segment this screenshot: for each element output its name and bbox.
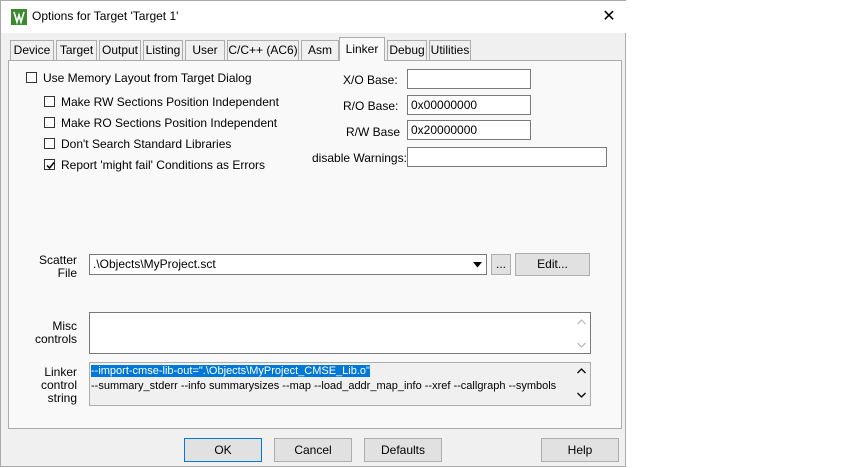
linker-control-string-textarea[interactable]: --import-cmse-lib-out=".\Objects\MyProje… <box>89 362 591 406</box>
tab-label: Asm <box>308 43 332 57</box>
dont-search-std-libs-checkbox[interactable] <box>44 138 55 149</box>
rw-base-label: R/W Base <box>346 125 401 139</box>
tab-label: C/C++ (AC6) <box>228 43 298 57</box>
chevron-down-icon <box>473 262 482 268</box>
use-memory-layout-checkbox[interactable] <box>26 72 37 83</box>
close-button[interactable]: ✕ <box>597 6 621 28</box>
tab-label: Utilities <box>430 43 470 57</box>
misc-controls-textarea[interactable] <box>89 312 591 354</box>
scroll-down-icon <box>577 392 586 398</box>
rw-position-independent-label: Make RW Sections Position Independent <box>61 95 279 109</box>
keil-app-icon <box>11 9 27 25</box>
tab-label: Linker <box>345 42 379 56</box>
checkmark-icon <box>46 162 55 170</box>
tab-label: Target <box>59 43 94 57</box>
ok-button[interactable]: OK <box>184 438 262 462</box>
options-dialog: Options for Target 'Target 1' ✕ Device T… <box>0 0 627 467</box>
tab-target[interactable]: Target <box>56 40 97 60</box>
misc-controls-label: Misc controls <box>21 320 77 346</box>
title-bar: Options for Target 'Target 1' ✕ <box>1 1 627 33</box>
use-memory-layout-label: Use Memory Layout from Target Dialog <box>43 71 252 85</box>
linker-control-scrollbar[interactable] <box>574 363 590 405</box>
cancel-button[interactable]: Cancel <box>274 438 352 462</box>
scatter-label-line2: File <box>57 266 77 280</box>
scatter-file-label: Scatter File <box>31 254 77 280</box>
misc-scrollbar[interactable] <box>574 313 590 353</box>
scatter-file-value: .\Objects\MyProject.sct <box>93 257 216 271</box>
report-might-fail-label: Report 'might fail' Conditions as Errors <box>61 158 265 172</box>
disable-warnings-label: disable Warnings: <box>312 151 407 165</box>
tab-linker[interactable]: Linker <box>339 37 385 61</box>
tab-debug[interactable]: Debug <box>387 40 427 60</box>
xo-base-input[interactable] <box>407 69 531 89</box>
rw-base-input[interactable]: 0x20000000 <box>407 120 531 140</box>
scatter-file-combobox[interactable]: .\Objects\MyProject.sct <box>89 254 487 275</box>
tab-utilities[interactable]: Utilities <box>429 40 471 60</box>
close-icon: ✕ <box>602 8 616 25</box>
scroll-down-icon <box>577 342 586 348</box>
tab-label: Debug <box>389 43 425 57</box>
misc-label-line2: controls <box>34 332 77 346</box>
linker-control-string-label: Linker control string <box>21 366 77 405</box>
scroll-up-icon <box>577 319 586 325</box>
defaults-button[interactable]: Defaults <box>364 438 442 462</box>
disable-warnings-input[interactable] <box>407 147 607 167</box>
linker-label-line3: string <box>47 391 77 405</box>
tab-output[interactable]: Output <box>99 40 141 60</box>
tab-label: User <box>192 43 218 57</box>
ro-position-independent-checkbox[interactable] <box>44 117 55 128</box>
tab-device[interactable]: Device <box>10 40 54 60</box>
tab-asm[interactable]: Asm <box>301 40 339 60</box>
linker-control-line1: --import-cmse-lib-out=".\Objects\MyProje… <box>91 365 370 377</box>
edit-scatter-button[interactable]: Edit... <box>515 253 590 276</box>
ro-base-label: R/O Base: <box>343 99 399 113</box>
report-might-fail-checkbox[interactable] <box>44 159 55 170</box>
tab-listing[interactable]: Listing <box>143 40 183 60</box>
help-button[interactable]: Help <box>541 438 619 462</box>
browse-scatter-button[interactable]: ... <box>491 254 511 275</box>
tab-label: Listing <box>145 43 181 57</box>
window-title: Options for Target 'Target 1' <box>32 9 179 23</box>
xo-base-label: X/O Base: <box>343 73 398 87</box>
ro-base-input[interactable]: 0x00000000 <box>407 95 531 115</box>
tab-label: Device <box>13 43 51 57</box>
ro-position-independent-label: Make RO Sections Position Independent <box>61 116 278 130</box>
linker-control-line2: --summary_stderr --info summarysizes --m… <box>91 380 557 392</box>
tab-c-cpp-ac6[interactable]: C/C++ (AC6) <box>227 40 299 60</box>
dropdown-button[interactable] <box>470 256 485 273</box>
dont-search-std-libs-label: Don't Search Standard Libraries <box>61 137 232 151</box>
scroll-up-icon <box>577 368 586 374</box>
rw-position-independent-checkbox[interactable] <box>44 96 55 107</box>
tab-label: Output <box>101 43 139 57</box>
tab-user[interactable]: User <box>185 40 225 60</box>
